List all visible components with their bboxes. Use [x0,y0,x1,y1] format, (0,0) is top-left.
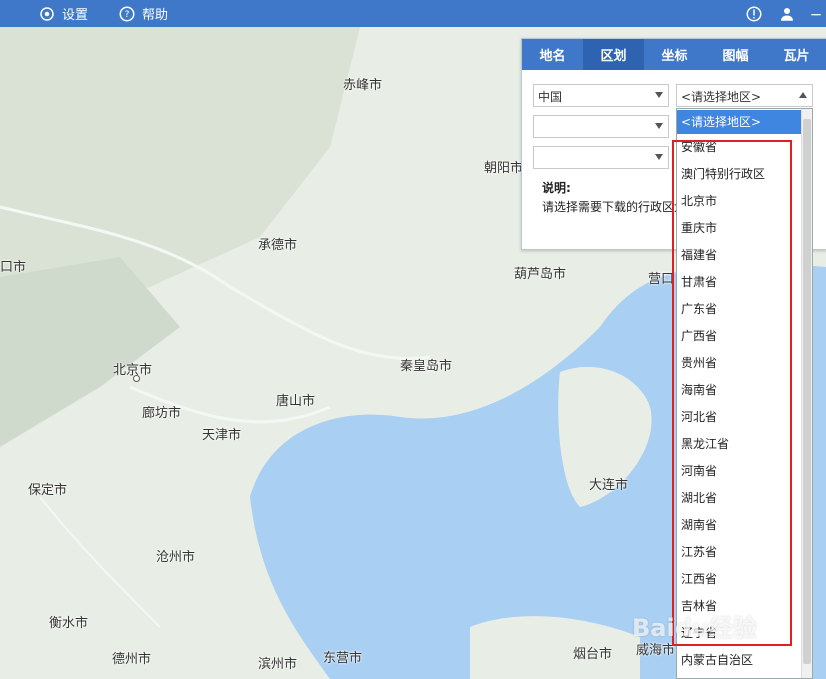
chevron-down-icon [655,154,663,160]
minimize-icon[interactable] [806,4,826,24]
chevron-up-icon [799,92,807,98]
dropdown-option[interactable]: 广西省 [677,323,812,350]
dropdown-option[interactable]: 江苏省 [677,539,812,566]
city-label: 东营市 [323,651,363,666]
dropdown-option[interactable]: 北京市 [677,188,812,215]
city-label: 营口 [648,272,675,287]
svg-text:?: ? [125,10,130,20]
city-label: 唐山市 [276,394,316,409]
panel-tabs: 地名 区划 坐标 图幅 瓦片 [522,39,826,70]
city-label: 口市 [0,260,27,275]
region-select-value: <请选择地区> [681,90,762,104]
dropdown-option[interactable]: 江西省 [677,566,812,593]
dropdown-option[interactable]: 黑龙江省 [677,431,812,458]
country-select-value: 中国 [538,90,563,104]
city-label: 天津市 [202,428,242,443]
chevron-down-icon [655,123,663,129]
city-label: 秦皇岛市 [400,359,453,374]
dropdown-option[interactable]: 河南省 [677,458,812,485]
city-label: 葫芦岛市 [514,267,567,282]
city-label: 廊坊市 [142,406,182,421]
scrollbar-thumb[interactable] [803,119,811,664]
city-label: 赤峰市 [343,78,383,93]
dropdown-option-selected[interactable]: <请选择地区> [677,110,812,134]
dropdown-option[interactable]: 广东省 [677,296,812,323]
dropdown-option[interactable]: 内蒙古自治区 [677,647,812,674]
dropdown-option[interactable]: 重庆市 [677,215,812,242]
city-label: 烟台市 [573,647,613,662]
city-label: 沧州市 [156,550,196,565]
gear-icon [40,6,54,21]
settings-button[interactable]: 设置 [38,0,88,27]
city-label: 衡水市 [49,616,89,631]
help-label: 帮助 [142,8,169,23]
country-select[interactable]: 中国 [533,84,669,107]
province-select[interactable] [533,115,669,138]
dropdown-scrollbar[interactable] [801,109,812,678]
tab-sheet[interactable]: 图幅 [705,39,766,70]
dropdown-option[interactable]: 福建省 [677,242,812,269]
user-icon[interactable] [777,4,797,24]
city-label: 北京市 [113,363,153,378]
tab-place[interactable]: 地名 [522,39,583,70]
tab-coordinate[interactable]: 坐标 [644,39,705,70]
city-label: 滨州市 [258,657,298,672]
city-select[interactable] [533,146,669,169]
chevron-down-icon [655,92,663,98]
dropdown-option[interactable]: 澳门特别行政区 [677,161,812,188]
settings-label: 设置 [62,8,89,23]
description-text: 请选择需要下载的行政区划 [542,200,678,214]
dropdown-option[interactable]: 河北省 [677,404,812,431]
info-icon[interactable] [744,4,764,24]
city-label: 朝阳市 [484,161,524,176]
description-title: 说明: [542,181,571,195]
city-label: 保定市 [28,483,68,498]
city-label: 承德市 [258,238,298,253]
tab-district[interactable]: 区划 [583,39,644,70]
top-toolbar: 设置 ? 帮助 [0,0,826,27]
region-select[interactable]: <请选择地区> [676,84,813,107]
help-button[interactable]: ? 帮助 [118,0,168,27]
city-label: 大连市 [589,478,629,493]
help-icon: ? [119,6,135,21]
region-dropdown-list[interactable]: <请选择地区> 安徽省 澳门特别行政区 北京市 重庆市 福建省 甘肃省 广东省 … [676,108,813,679]
city-label: 德州市 [112,652,152,667]
watermark-logo: Baidu经验 [632,614,757,642]
dropdown-option[interactable]: 安徽省 [677,134,812,161]
dropdown-option[interactable]: 海南省 [677,377,812,404]
dropdown-option[interactable]: 湖南省 [677,512,812,539]
dropdown-option[interactable]: 贵州省 [677,350,812,377]
tab-tile[interactable]: 瓦片 [766,39,826,70]
capital-marker [133,375,140,382]
dropdown-option[interactable]: 甘肃省 [677,269,812,296]
dropdown-option[interactable]: 湖北省 [677,485,812,512]
